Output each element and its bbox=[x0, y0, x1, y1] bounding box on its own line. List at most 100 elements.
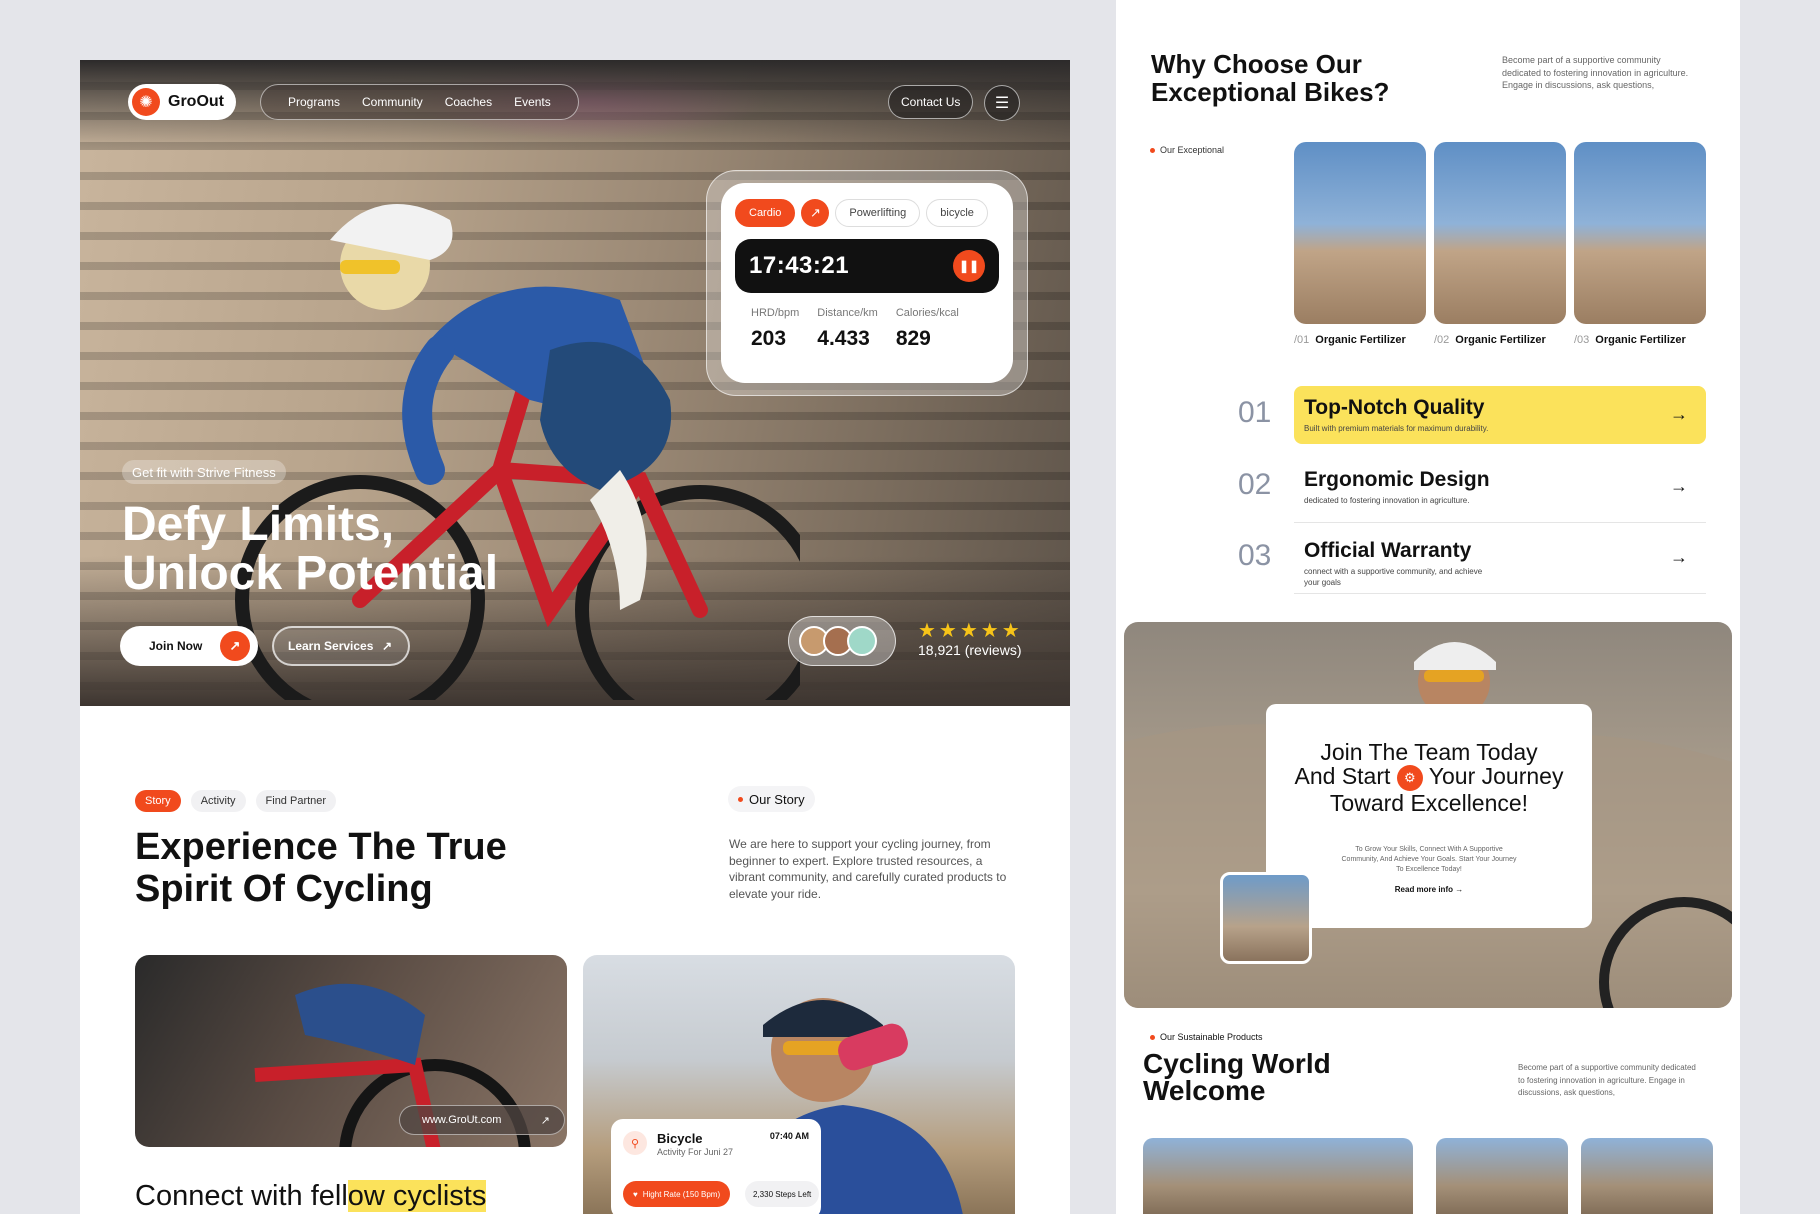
stat-heart-rate: HRD/bpm 203 bbox=[751, 307, 799, 351]
stat-calories: Calories/kcal 829 bbox=[896, 307, 959, 351]
nav-item-events[interactable]: Events bbox=[503, 95, 562, 109]
connect-heading: Connect with fellow cyclists bbox=[135, 1180, 487, 1213]
team-title-b: And Start bbox=[1294, 763, 1391, 789]
stat-value: 829 bbox=[895, 327, 931, 350]
bike-card[interactable]: /01 Organic Fertilizer bbox=[1294, 142, 1426, 346]
top-nav: ✺ GroOut Programs Community Coaches Even… bbox=[128, 84, 579, 120]
why-title: Why Choose Our Exceptional Bikes? bbox=[1151, 50, 1471, 106]
hero-tagline: Get fit with Strive Fitness bbox=[122, 460, 286, 484]
contact-button[interactable]: Contact Us bbox=[888, 85, 974, 119]
feature-item[interactable]: 03 Official Warranty connect with a supp… bbox=[1238, 529, 1706, 594]
avatar bbox=[847, 626, 877, 656]
feature-title: Top-Notch Quality bbox=[1304, 396, 1485, 419]
feature-number: 01 bbox=[1238, 396, 1272, 429]
tracker-panel: Cardio ↗ Powerlifting bicycle 17:43:21 ❚… bbox=[721, 183, 1013, 383]
heart-rate-pill: ♥ Hight Rate (150 Bpm) bbox=[623, 1181, 731, 1207]
arrow-up-right-icon[interactable]: ↗ bbox=[801, 199, 830, 227]
team-thumbnail-image bbox=[1220, 872, 1312, 964]
bicycle-icon: ⚲ bbox=[623, 1131, 647, 1155]
pause-icon[interactable]: ❚❚ bbox=[953, 250, 985, 282]
feature-title: Ergonomic Design bbox=[1304, 468, 1490, 491]
bike-label: Organic Fertilizer bbox=[1455, 334, 1546, 346]
join-team-banner: Join The Team Today And Start ⚙ Your Jou… bbox=[1124, 622, 1732, 1008]
heart-rate-text: Hight Rate (150 Bpm) bbox=[642, 1189, 721, 1199]
sustainable-description: Become part of a supportive community de… bbox=[1518, 1063, 1696, 1097]
feature-number: 03 bbox=[1238, 539, 1272, 572]
sustainable-badge: Our Sustainable Products bbox=[1150, 1032, 1263, 1042]
arrow-right-icon: → bbox=[1670, 404, 1688, 424]
cyclist-closeup-image: www.GroUt.com ↗ bbox=[135, 955, 567, 1147]
learn-services-button[interactable]: Learn Services ↗ bbox=[272, 626, 410, 666]
read-more-link[interactable]: Read more info → bbox=[1266, 885, 1592, 894]
steps-pill: 2,330 Steps Left bbox=[745, 1181, 820, 1207]
learn-services-label: Learn Services bbox=[288, 639, 374, 653]
dot-icon bbox=[1150, 1034, 1155, 1040]
website-link[interactable]: www.GroUt.com ↗ bbox=[399, 1105, 565, 1135]
bike-gallery: /01 Organic Fertilizer /02 Organic Fertili… bbox=[1294, 142, 1706, 346]
tracker-stats: HRD/bpm 203 Distance/km 4.433 Calories/k… bbox=[735, 307, 999, 351]
bike-image bbox=[1294, 142, 1426, 324]
tab-activity[interactable]: Activity bbox=[190, 790, 246, 812]
bike-number: /02 bbox=[1434, 334, 1450, 346]
tab-find-partner[interactable]: Find Partner bbox=[255, 790, 337, 812]
product-image[interactable] bbox=[1436, 1138, 1568, 1214]
tab-cardio[interactable]: Cardio bbox=[735, 199, 796, 227]
nav-item-coaches[interactable]: Coaches bbox=[434, 95, 503, 109]
story-tabs: Story Activity Find Partner bbox=[135, 790, 337, 812]
stat-value: 203 bbox=[751, 327, 787, 350]
story-section: Story Activity Find Partner Our Story Ex… bbox=[80, 706, 1070, 1214]
product-image[interactable] bbox=[1143, 1138, 1413, 1214]
timer-display: 17:43:21 ❚❚ bbox=[735, 239, 999, 293]
tab-powerlifting[interactable]: Powerlifting bbox=[835, 199, 921, 227]
hero-section: ✺ GroOut Programs Community Coaches Even… bbox=[80, 60, 1070, 706]
connect-text: Connect with fell bbox=[135, 1180, 348, 1212]
join-now-button[interactable]: Join Now ↗ bbox=[120, 626, 258, 666]
sustainable-title-line2: Welcome bbox=[1143, 1075, 1266, 1106]
heart-icon: ♥ bbox=[633, 1189, 638, 1199]
tab-story[interactable]: Story bbox=[135, 790, 181, 812]
our-story-label: Our Story bbox=[749, 791, 805, 807]
bike-image bbox=[1434, 142, 1566, 324]
sustainable-title: Cycling World Welcome bbox=[1143, 1050, 1443, 1106]
our-story-badge: Our Story bbox=[728, 786, 815, 812]
nav-item-community[interactable]: Community bbox=[351, 95, 434, 109]
team-title-c: Your Journey bbox=[1428, 763, 1564, 789]
product-image[interactable] bbox=[1581, 1138, 1713, 1214]
story-title: Experience The True Spirit Of Cycling bbox=[135, 826, 555, 910]
bike-label: Organic Fertilizer bbox=[1595, 334, 1686, 346]
arrow-right-icon: → bbox=[1670, 476, 1688, 496]
activity-time: 07:40 AM bbox=[769, 1131, 809, 1141]
feature-item[interactable]: 01 Top-Notch Quality Built with premium … bbox=[1238, 386, 1706, 444]
logo-text: GroOut bbox=[168, 93, 224, 110]
arrow-up-right-icon: ↗ bbox=[381, 639, 392, 653]
bike-number: /01 bbox=[1294, 334, 1310, 346]
bike-caption: /01 Organic Fertilizer bbox=[1294, 334, 1426, 346]
menu-icon[interactable]: ☰ bbox=[984, 85, 1020, 121]
bike-card[interactable]: /02 Organic Fertilizer bbox=[1434, 142, 1566, 346]
arrow-right-icon: → bbox=[1670, 547, 1688, 567]
bike-card[interactable]: /03 Organic Fertilizer bbox=[1574, 142, 1706, 346]
tab-bicycle[interactable]: bicycle bbox=[926, 199, 988, 227]
bike-number: /03 bbox=[1574, 334, 1590, 346]
stat-label: Distance/km bbox=[817, 307, 878, 319]
feature-box: Top-Notch Quality Built with premium mat… bbox=[1294, 386, 1706, 444]
activity-subtitle: Activity For Juni 27 bbox=[657, 1147, 734, 1157]
logo[interactable]: ✺ GroOut bbox=[128, 84, 236, 120]
feature-number: 02 bbox=[1238, 468, 1272, 501]
feature-item[interactable]: 02 Ergonomic Design dedicated to fosteri… bbox=[1238, 458, 1706, 523]
hero-title: Defy Limits, Unlock Potential bbox=[122, 500, 582, 598]
timer-value: 17:43:21 bbox=[749, 252, 850, 279]
dot-icon bbox=[1150, 147, 1155, 153]
arrow-up-right-icon: ↗ bbox=[220, 631, 250, 661]
story-description: We are here to support your cycling jour… bbox=[729, 837, 1007, 901]
divider bbox=[1294, 522, 1706, 523]
landing-page-left: ✺ GroOut Programs Community Coaches Even… bbox=[80, 60, 1070, 1214]
exceptional-label: Our Exceptional bbox=[1160, 145, 1225, 155]
connect-highlight: ow cyclists bbox=[347, 1180, 487, 1212]
activity-title: Bicycle bbox=[657, 1131, 703, 1146]
nav-item-programs[interactable]: Programs bbox=[277, 95, 351, 109]
bicycle-icon: ⚙ bbox=[1396, 764, 1423, 791]
logo-icon: ✺ bbox=[132, 88, 160, 116]
stat-label: HRD/bpm bbox=[751, 307, 800, 319]
nav-menu: Programs Community Coaches Events bbox=[260, 84, 579, 120]
